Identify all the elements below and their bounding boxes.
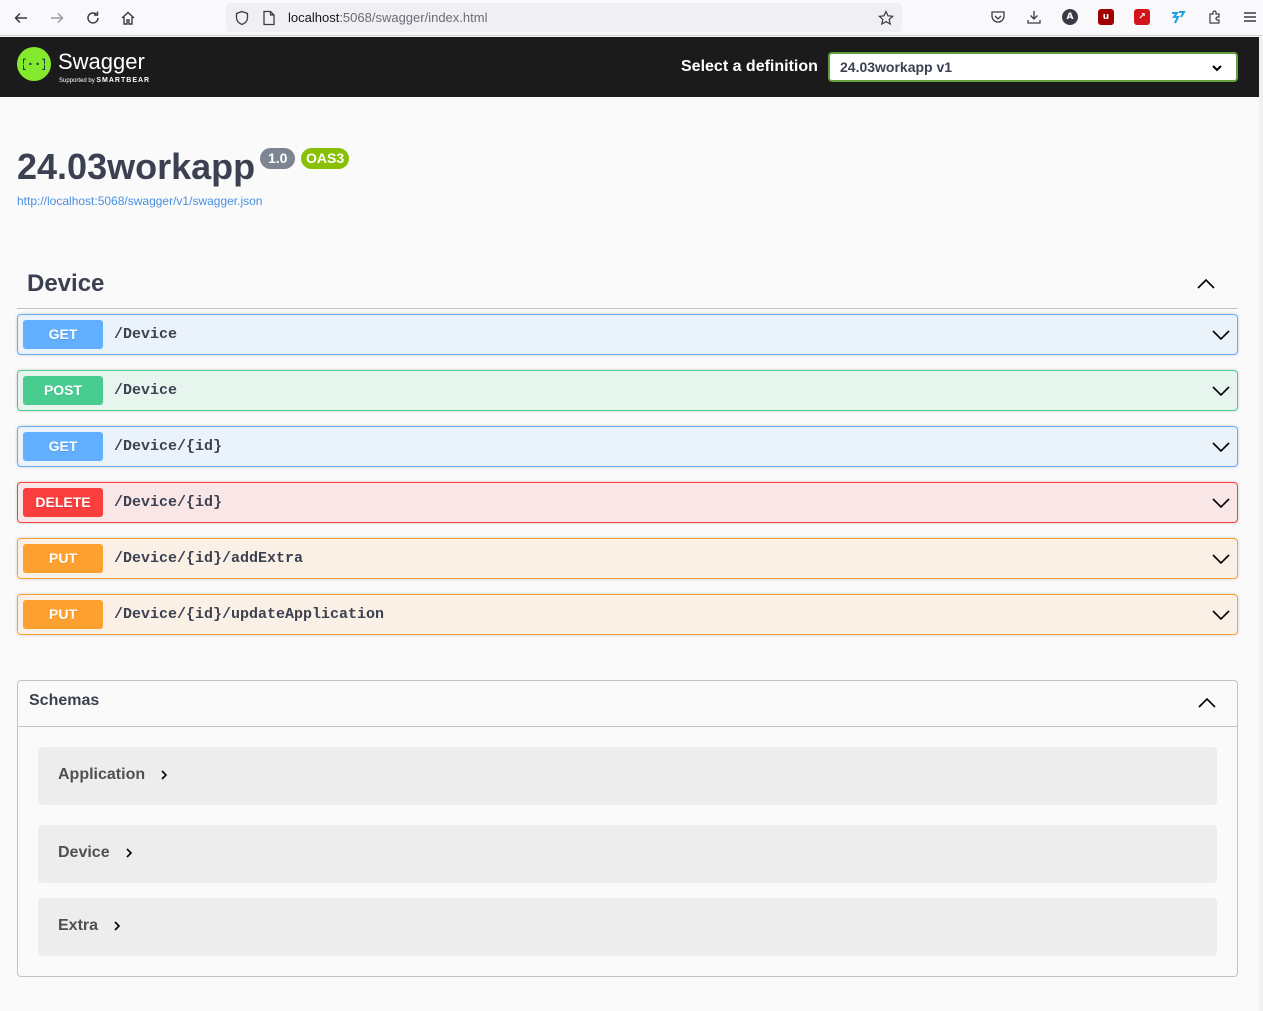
logo-subtext: Supported by SMARTBEAR xyxy=(59,77,151,84)
page-icon[interactable] xyxy=(260,9,278,27)
method-badge: GET xyxy=(23,432,103,461)
operation-delete-device-id[interactable]: DELETE /Device/{id} xyxy=(17,482,1238,523)
account-icon[interactable]: A xyxy=(1060,7,1080,27)
chevron-down-icon[interactable] xyxy=(1211,381,1231,401)
operation-path: /Device xyxy=(114,382,178,399)
definition-select[interactable]: 24.03workapp v1 xyxy=(828,52,1238,82)
back-icon[interactable] xyxy=(8,6,34,30)
pdf-icon[interactable]: ↗ xyxy=(1132,7,1152,27)
api-title: 24.03workapp xyxy=(17,146,256,187)
method-badge: GET xyxy=(23,320,103,349)
reload-icon[interactable] xyxy=(80,6,106,30)
chevron-down-icon[interactable] xyxy=(1211,493,1231,513)
chevron-right-icon xyxy=(114,921,121,931)
chevron-right-icon xyxy=(161,770,168,780)
operation-get-device-id[interactable]: GET /Device/{id} xyxy=(17,426,1238,467)
pocket-icon[interactable] xyxy=(988,7,1008,27)
forward-icon[interactable] xyxy=(44,6,70,30)
spec-link[interactable]: http://localhost:5068/swagger/v1/swagger… xyxy=(17,194,262,208)
oas-badge: OAS3 xyxy=(301,148,350,169)
logo-text: Swagger xyxy=(58,49,145,74)
chevron-up-icon[interactable] xyxy=(1196,274,1216,294)
operation-get-device[interactable]: GET /Device xyxy=(17,314,1238,355)
browser-toolbar: localhost:5068/swagger/index.html A u ↗ xyxy=(0,0,1263,36)
method-badge: DELETE xyxy=(23,488,103,517)
chevron-down-icon[interactable] xyxy=(1211,605,1231,625)
chevron-down-icon[interactable] xyxy=(1211,325,1231,345)
ublock-icon[interactable]: u xyxy=(1096,7,1116,27)
menu-icon[interactable] xyxy=(1240,7,1260,27)
method-badge: PUT xyxy=(23,600,103,629)
operation-path: /Device xyxy=(114,326,178,343)
model-name: Extra xyxy=(58,917,122,935)
model-name: Application xyxy=(58,766,169,784)
operation-path: /Device/{id}/updateApplication xyxy=(114,606,385,623)
chevron-right-icon xyxy=(126,848,132,858)
model-name: Device xyxy=(58,844,134,862)
chevron-down-icon[interactable] xyxy=(1211,549,1231,569)
svg-text:{··}: {··} xyxy=(23,57,45,71)
chevron-down-icon xyxy=(1212,65,1222,72)
download-icon[interactable] xyxy=(1024,7,1044,27)
operation-put-update-application[interactable]: PUT /Device/{id}/updateApplication xyxy=(17,594,1238,635)
shield-icon[interactable] xyxy=(233,9,251,27)
scrollbar[interactable] xyxy=(1259,37,1263,1011)
schemas-section: Schemas Application Device Extra xyxy=(17,680,1238,977)
definition-label: Select a definition xyxy=(681,58,818,75)
operation-path: /Device/{id} xyxy=(114,438,223,455)
url-bar[interactable]: localhost:5068/swagger/index.html xyxy=(226,3,902,32)
schemas-title: Schemas xyxy=(29,692,100,709)
method-badge: POST xyxy=(23,376,103,405)
tag-device-header[interactable]: Device xyxy=(17,258,1238,309)
model-device[interactable]: Device xyxy=(38,825,1217,883)
chevron-up-icon[interactable] xyxy=(1197,693,1217,713)
operation-post-device[interactable]: POST /Device xyxy=(17,370,1238,411)
puzzle-icon[interactable] xyxy=(1205,7,1225,27)
swagger-logo-icon: {··} xyxy=(17,47,51,81)
url-text: localhost:5068/swagger/index.html xyxy=(288,10,488,25)
operation-put-add-extra[interactable]: PUT /Device/{id}/addExtra xyxy=(17,538,1238,579)
star-icon[interactable] xyxy=(877,9,895,27)
operation-path: /Device/{id} xyxy=(114,494,223,511)
home-icon[interactable] xyxy=(115,6,141,30)
extension-icon[interactable] xyxy=(1168,7,1188,27)
definition-select-value: 24.03workapp v1 xyxy=(840,59,953,75)
operation-path: /Device/{id}/addExtra xyxy=(114,550,304,567)
model-application[interactable]: Application xyxy=(38,747,1217,805)
model-extra[interactable]: Extra xyxy=(38,898,1217,956)
schemas-header[interactable]: Schemas xyxy=(18,681,1237,727)
version-badge: 1.0 xyxy=(260,148,296,169)
tag-title: Device xyxy=(27,270,105,297)
swagger-topbar: {··} Swagger Supported by SMARTBEAR Sele… xyxy=(0,37,1259,97)
method-badge: PUT xyxy=(23,544,103,573)
chevron-down-icon[interactable] xyxy=(1211,437,1231,457)
